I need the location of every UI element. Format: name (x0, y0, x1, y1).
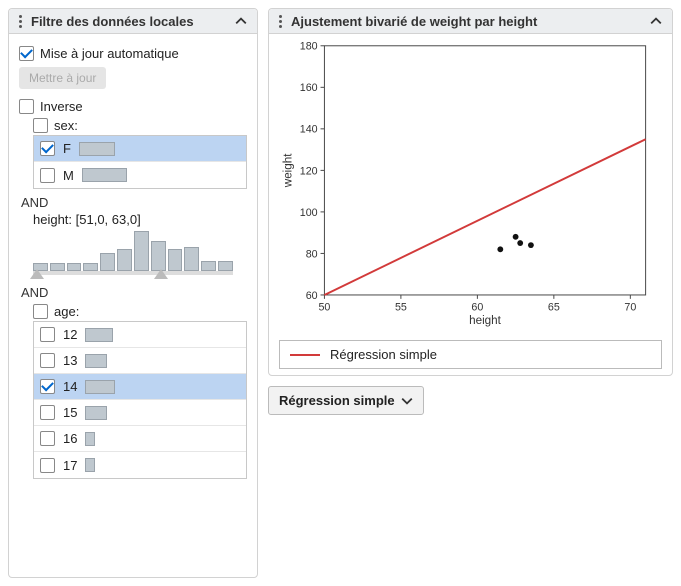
hist-bar (134, 231, 149, 271)
collapse-icon[interactable] (233, 13, 249, 29)
sex-f-bar (79, 142, 115, 156)
age-14-label: 14 (63, 379, 77, 394)
age-13-label: 13 (63, 353, 77, 368)
age-17-checkbox[interactable] (40, 458, 55, 473)
age-header: age: (54, 304, 79, 319)
svg-text:60: 60 (306, 290, 318, 302)
sex-group-checkbox[interactable] (33, 118, 48, 133)
hist-bar (168, 249, 183, 271)
age-12-label: 12 (63, 327, 77, 342)
sex-m-bar (82, 168, 127, 182)
inverse-label: Inverse (40, 99, 83, 114)
hist-bar (201, 261, 216, 271)
hist-bar (117, 249, 132, 271)
chart-panel: Ajustement bivarié de weight par height … (268, 8, 673, 376)
legend-label: Régression simple (330, 347, 437, 362)
svg-text:180: 180 (300, 41, 318, 53)
age-row-12[interactable]: 12 (34, 322, 246, 348)
hist-bar (184, 247, 199, 271)
svg-text:55: 55 (395, 302, 407, 314)
chart-area: 60 80 100 120 140 160 180 50 55 60 65 70 height weigh… (269, 34, 672, 334)
collapse-icon[interactable] (648, 13, 664, 29)
svg-text:weight: weight (281, 153, 294, 188)
age-row-17[interactable]: 17 (34, 452, 246, 478)
age-13-checkbox[interactable] (40, 353, 55, 368)
height-range-label: height: [51,0, 63,0] (33, 212, 247, 227)
and-label-1: AND (21, 195, 247, 210)
sex-f-checkbox[interactable] (40, 141, 55, 156)
height-histogram[interactable] (33, 231, 233, 279)
and-label-2: AND (21, 285, 247, 300)
age-12-bar (85, 328, 113, 342)
age-14-checkbox[interactable] (40, 379, 55, 394)
sex-row-f[interactable]: F (34, 136, 246, 162)
age-13-bar (85, 354, 107, 368)
regression-dropdown[interactable]: Régression simple (268, 386, 424, 415)
sex-m-checkbox[interactable] (40, 168, 55, 183)
age-16-checkbox[interactable] (40, 431, 55, 446)
height-slider-track[interactable] (33, 271, 233, 275)
age-list: 12 13 14 15 16 17 (33, 321, 247, 479)
height-slider-min-handle[interactable] (30, 269, 44, 279)
age-14-bar (85, 380, 115, 394)
svg-text:height: height (469, 314, 502, 327)
sex-header: sex: (54, 118, 78, 133)
svg-text:60: 60 (471, 302, 483, 314)
svg-text:65: 65 (548, 302, 560, 314)
hist-bar (67, 263, 82, 271)
age-15-checkbox[interactable] (40, 405, 55, 420)
regression-dropdown-label: Régression simple (279, 393, 395, 408)
svg-text:160: 160 (300, 82, 318, 94)
auto-update-checkbox[interactable] (19, 46, 34, 61)
svg-text:100: 100 (300, 207, 318, 219)
svg-text:70: 70 (624, 302, 636, 314)
age-17-label: 17 (63, 458, 77, 473)
chart-panel-title: Ajustement bivarié de weight par height (291, 14, 648, 29)
age-17-bar (85, 458, 95, 472)
hist-bar (151, 241, 166, 271)
sex-row-m[interactable]: M (34, 162, 246, 188)
hist-bar (83, 263, 98, 271)
sex-m-label: M (63, 168, 74, 183)
age-row-13[interactable]: 13 (34, 348, 246, 374)
grip-icon[interactable] (273, 15, 287, 28)
age-15-bar (85, 406, 107, 420)
hist-bar (50, 263, 65, 271)
age-12-checkbox[interactable] (40, 327, 55, 342)
age-15-label: 15 (63, 405, 77, 420)
legend-line-icon (290, 354, 320, 356)
svg-text:120: 120 (300, 165, 318, 177)
hist-bar (100, 253, 115, 271)
age-group-checkbox[interactable] (33, 304, 48, 319)
sex-f-label: F (63, 141, 71, 156)
chevron-down-icon (401, 395, 413, 407)
age-16-bar (85, 432, 95, 446)
age-16-label: 16 (63, 431, 77, 446)
hist-bar (218, 261, 233, 271)
update-button: Mettre à jour (19, 67, 106, 89)
svg-text:50: 50 (318, 302, 330, 314)
grip-icon[interactable] (13, 15, 27, 28)
scatter-chart: 60 80 100 120 140 160 180 50 55 60 65 70 height weigh… (273, 38, 662, 330)
filter-panel: Filtre des données locales Mise à jour a… (8, 8, 258, 578)
svg-text:80: 80 (306, 248, 318, 260)
age-row-15[interactable]: 15 (34, 400, 246, 426)
age-row-16[interactable]: 16 (34, 426, 246, 452)
svg-text:140: 140 (300, 124, 318, 136)
auto-update-label: Mise à jour automatique (40, 46, 179, 61)
legend: Régression simple (279, 340, 662, 369)
sex-list: F M (33, 135, 247, 189)
filter-panel-title: Filtre des données locales (31, 14, 233, 29)
age-row-14[interactable]: 14 (34, 374, 246, 400)
height-slider-max-handle[interactable] (154, 269, 168, 279)
inverse-checkbox[interactable] (19, 99, 34, 114)
